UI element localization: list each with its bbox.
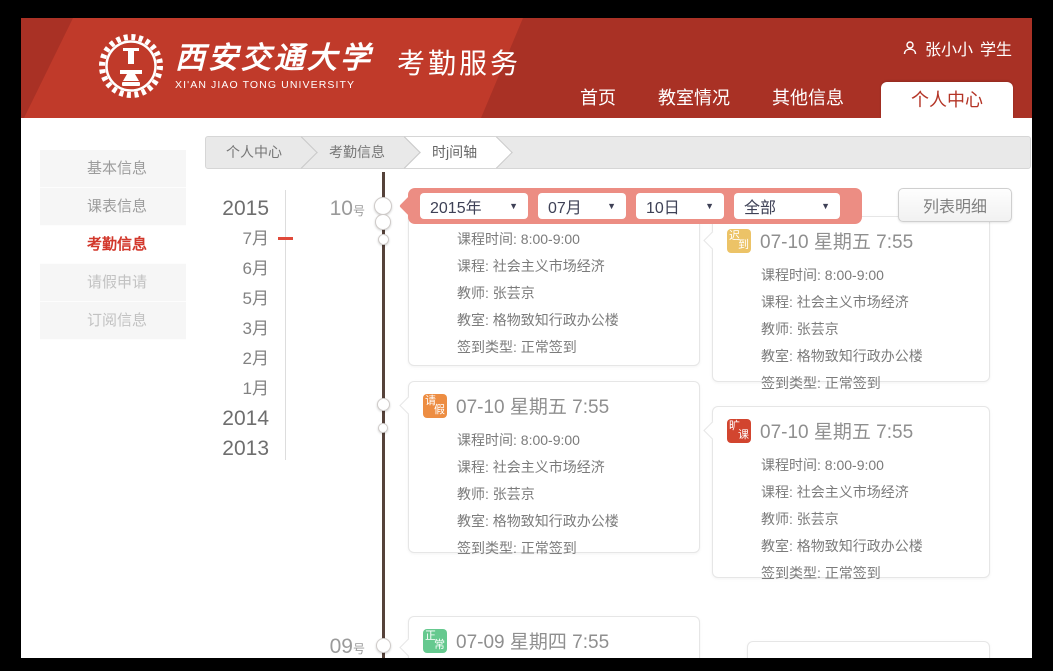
card-line: 签到类型: 正常签到: [457, 535, 685, 562]
axis-year[interactable]: 2014: [179, 404, 269, 434]
card-title: 07-10 星期五 7:55: [456, 392, 609, 419]
month-select[interactable]: 07月▼: [538, 193, 626, 219]
sidebar: 基本信息 课表信息 考勤信息 请假申请 订阅信息: [40, 150, 186, 340]
day-marker-10: 10号: [319, 197, 365, 221]
card-line: 签到类型: 正常签到: [761, 560, 975, 587]
nav-item-other-info[interactable]: 其他信息: [751, 78, 865, 118]
app-header: 西安交通大学 XI'AN JIAO TONG UNIVERSITY 考勤服务 张…: [21, 18, 1032, 118]
timeline-node: [374, 197, 392, 215]
card-line: 课程时间: 8:00-9:00: [457, 226, 685, 253]
card-line: 课程: 社会主义市场经济: [761, 289, 975, 316]
timeline-node: [378, 234, 389, 245]
list-detail-button[interactable]: 列表明细: [898, 188, 1012, 222]
nav-item-home[interactable]: 首页: [559, 78, 637, 118]
card-line: 课程: 社会主义市场经济: [457, 454, 685, 481]
month-axis-line: [285, 190, 286, 460]
year-select[interactable]: 2015年▼: [420, 193, 528, 219]
card-line: 教室: 格物致知行政办公楼: [457, 307, 685, 334]
axis-month[interactable]: 1月: [179, 374, 269, 404]
sidebar-item-basic-info[interactable]: 基本信息: [40, 150, 186, 188]
chevron-down-icon: ▼: [705, 201, 714, 211]
attendance-card[interactable]: [747, 641, 990, 658]
user-role: 学生: [980, 36, 1012, 60]
card-line: 课程时间: 8:00-9:00: [457, 427, 685, 454]
nav-item-personal-center[interactable]: 个人中心: [881, 82, 1013, 118]
sidebar-item-attendance[interactable]: 考勤信息: [40, 226, 186, 264]
sidebar-item-subscription[interactable]: 订阅信息: [40, 302, 186, 340]
card-title: 07-10 星期五 7:55: [760, 227, 913, 254]
university-name-zh: 西安交通大学: [175, 42, 373, 76]
university-name-en: XI'AN JIAO TONG UNIVERSITY: [175, 79, 373, 91]
axis-month[interactable]: 3月: [179, 314, 269, 344]
card-line: 教室: 格物致知行政办公楼: [457, 508, 685, 535]
axis-year[interactable]: 2015: [179, 194, 269, 224]
day-select[interactable]: 10日▼: [636, 193, 724, 219]
timeline-node: [375, 214, 391, 230]
breadcrumb-item-personal-center[interactable]: 个人中心: [206, 137, 302, 168]
card-line: 教师: 张芸京: [457, 481, 685, 508]
axis-month-current[interactable]: 7月: [179, 224, 269, 254]
brand-text: 西安交通大学 XI'AN JIAO TONG UNIVERSITY: [175, 42, 373, 91]
university-logo-icon: [97, 32, 165, 100]
sidebar-item-leave-request[interactable]: 请假申请: [40, 264, 186, 302]
user-icon: [902, 40, 918, 56]
card-line: 课程: 社会主义市场经济: [761, 479, 975, 506]
attendance-card[interactable]: 旷课 07-10 星期五 7:55 课程时间: 8:00-9:00 课程: 社会…: [712, 406, 990, 578]
card-line: 教师: 张芸京: [457, 280, 685, 307]
filter-bar: 2015年▼ 07月▼ 10日▼ 全部▼: [408, 188, 862, 224]
day-marker-09: 09号: [319, 635, 365, 658]
status-badge-late-icon: 迟到: [727, 229, 751, 253]
status-badge-normal-icon: 正常: [423, 629, 447, 653]
card-title: 07-09 星期四 7:55: [456, 627, 609, 654]
month-axis: 2015 7月 6月 5月 3月 2月 1月 2014 2013: [179, 194, 277, 464]
type-select[interactable]: 全部▼: [734, 193, 840, 219]
status-badge-leave-icon: 请假: [423, 394, 447, 418]
breadcrumb: 个人中心 考勤信息 时j间轴: [205, 136, 1031, 169]
card-line: 签到类型: 正常签到: [457, 334, 685, 361]
sidebar-item-schedule[interactable]: 课表信息: [40, 188, 186, 226]
attendance-app-window: 西安交通大学 XI'AN JIAO TONG UNIVERSITY 考勤服务 张…: [21, 18, 1032, 658]
attendance-card[interactable]: 正常 07-09 星期四 7:55 课程时间: 8:00-9:00 课程: 社会…: [408, 616, 700, 658]
chevron-down-icon: ▼: [509, 201, 518, 211]
timeline-node: [376, 638, 391, 653]
axis-month[interactable]: 6月: [179, 254, 269, 284]
attendance-card[interactable]: 请假 07-10 星期五 7:55 课程时间: 8:00-9:00 课程: 社会…: [408, 381, 700, 553]
card-line: 教师: 张芸京: [761, 506, 975, 533]
card-line: 教室: 格物致知行政办公楼: [761, 343, 975, 370]
axis-month[interactable]: 2月: [179, 344, 269, 374]
user-info[interactable]: 张小小 学生: [902, 36, 1012, 60]
brand: 西安交通大学 XI'AN JIAO TONG UNIVERSITY 考勤服务: [97, 32, 521, 100]
status-badge-absent-icon: 旷课: [727, 419, 751, 443]
card-line: 教师: 张芸京: [761, 316, 975, 343]
card-line: 课程: 社会主义市场经济: [457, 253, 685, 280]
card-line: 课程时间: 8:00-9:00: [761, 452, 975, 479]
timeline-node: [377, 398, 390, 411]
axis-month[interactable]: 5月: [179, 284, 269, 314]
attendance-card[interactable]: 迟到 07-10 星期五 7:55 课程时间: 8:00-9:00 课程: 社会…: [712, 216, 990, 382]
chevron-down-icon: ▼: [821, 201, 830, 211]
timeline-node: [378, 423, 388, 433]
card-line: 课程时间: 8:00-9:00: [761, 262, 975, 289]
card-line: 教室: 格物致知行政办公楼: [761, 533, 975, 560]
current-month-marker: [278, 237, 293, 240]
axis-year[interactable]: 2013: [179, 434, 269, 464]
nav-item-classrooms[interactable]: 教室情况: [637, 78, 751, 118]
card-line: 签到类型: 正常签到: [761, 370, 975, 397]
app-title: 考勤服务: [397, 42, 521, 82]
main-nav: 首页 教室情况 其他信息 个人中心: [559, 78, 1013, 118]
card-title: 07-10 星期五 7:55: [760, 417, 913, 444]
user-name: 张小小: [925, 36, 973, 60]
chevron-down-icon: ▼: [607, 201, 616, 211]
